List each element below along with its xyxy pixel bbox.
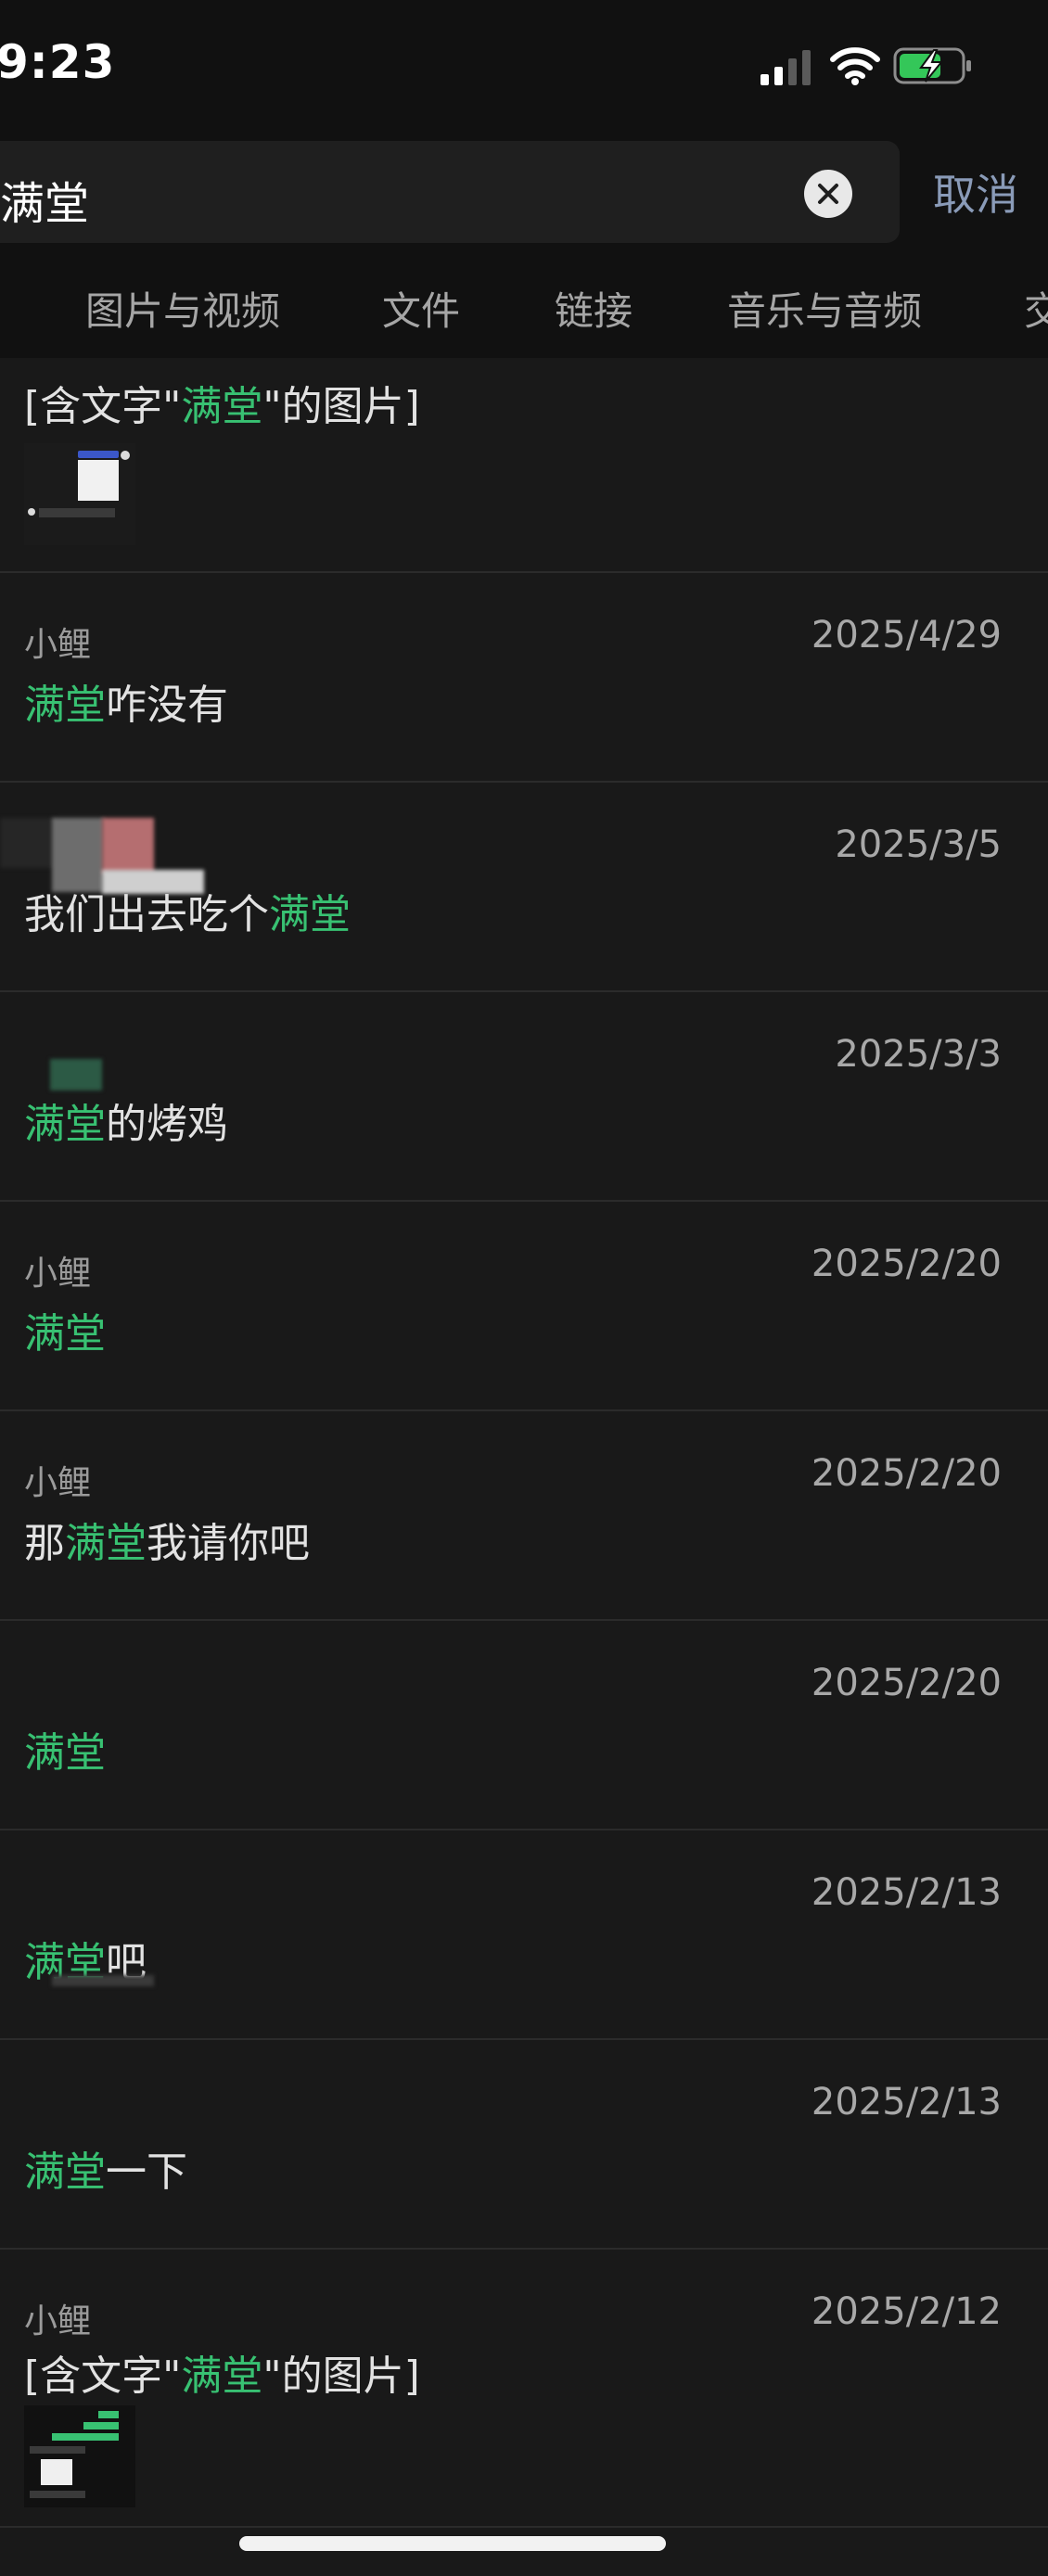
result-date: 2025/3/5: [835, 823, 1002, 866]
result-row[interactable]: 2025/2/13 满堂吧: [0, 1830, 1048, 2040]
result-date: 2025/3/3: [835, 1033, 1002, 1076]
result-message: 我们出去吃个满堂: [24, 891, 351, 938]
search-results-screen: 9:23 满堂 取消 图片与视频 文件 链接 音乐与音频 交 [含文字"满堂"的…: [0, 0, 1048, 2576]
result-date: 2025/2/13: [811, 1871, 1002, 1914]
tab-music-audio[interactable]: 音乐与音频: [727, 280, 922, 337]
result-row[interactable]: 2025/3/3 满堂的烤鸡: [0, 992, 1048, 1202]
result-message: [含文字"满堂"的图片]: [24, 383, 420, 430]
result-date: 2025/2/13: [811, 2081, 1002, 2123]
result-sender: 小鲤: [24, 1255, 92, 1293]
search-field[interactable]: 满堂: [0, 141, 900, 243]
avatar: [50, 1059, 102, 1090]
result-message: 满堂: [24, 1310, 106, 1358]
result-sender: 小鲤: [24, 626, 92, 664]
result-date: 2025/2/20: [811, 1243, 1002, 1285]
status-bar: 9:23: [0, 0, 1048, 139]
result-message: 满堂咋没有: [24, 682, 228, 729]
result-row[interactable]: [0, 2528, 1048, 2576]
tab-files[interactable]: 文件: [382, 280, 460, 337]
result-message: 满堂一下: [24, 2149, 187, 2196]
status-time: 9:23: [0, 35, 116, 89]
clear-search-icon[interactable]: [804, 170, 852, 218]
filter-tabs: 图片与视频 文件 链接 音乐与音频 交: [0, 249, 1048, 358]
search-input[interactable]: 满堂: [0, 167, 89, 232]
result-message: 满堂: [24, 1729, 106, 1777]
result-date: 2025/2/12: [811, 2290, 1002, 2333]
tab-more[interactable]: 交: [1024, 280, 1048, 337]
search-bar: 满堂: [0, 139, 1048, 249]
result-row[interactable]: 2025/3/5 我们出去吃个满堂: [0, 783, 1048, 992]
result-date: 2025/2/20: [811, 1452, 1002, 1495]
avatar: [52, 1975, 154, 1986]
result-message: 满堂的烤鸡: [24, 1101, 228, 1148]
wifi-icon: [830, 47, 880, 85]
result-date: 2025/2/20: [811, 1662, 1002, 1704]
result-row[interactable]: 2025/2/13 满堂一下: [0, 2040, 1048, 2250]
result-message: [含文字"满堂"的图片]: [24, 2353, 420, 2400]
avatar: [102, 818, 154, 874]
result-sender: 小鲤: [24, 1464, 92, 1502]
result-row[interactable]: 小鲤 2025/2/20 满堂: [0, 1202, 1048, 1411]
cellular-signal-icon: [760, 50, 811, 85]
result-row[interactable]: 小鲤 2025/2/20 那满堂我请你吧: [0, 1411, 1048, 1621]
result-row[interactable]: 2025/2/20 满堂: [0, 1621, 1048, 1830]
result-message: 那满堂我请你吧: [24, 1520, 310, 1567]
battery-charging-icon: [893, 47, 971, 84]
result-row[interactable]: 小鲤 2025/4/29 满堂咋没有: [0, 573, 1048, 783]
result-date: 2025/4/29: [811, 614, 1002, 657]
result-sender: 小鲤: [24, 2302, 92, 2340]
result-row[interactable]: [含文字"满堂"的图片]: [0, 358, 1048, 573]
avatar: [0, 818, 56, 868]
tab-photos-videos[interactable]: 图片与视频: [85, 280, 280, 337]
home-indicator: [239, 2536, 666, 2551]
image-thumbnail[interactable]: [24, 443, 135, 545]
cancel-button[interactable]: 取消: [933, 161, 1018, 223]
result-row[interactable]: 小鲤 2025/2/12 [含文字"满堂"的图片]: [0, 2250, 1048, 2528]
tab-links[interactable]: 链接: [555, 280, 633, 337]
image-thumbnail[interactable]: [24, 2405, 135, 2507]
results-list: [含文字"满堂"的图片] 小鲤 2025/4/29 满堂咋没有 2025/3/5…: [0, 358, 1048, 2576]
